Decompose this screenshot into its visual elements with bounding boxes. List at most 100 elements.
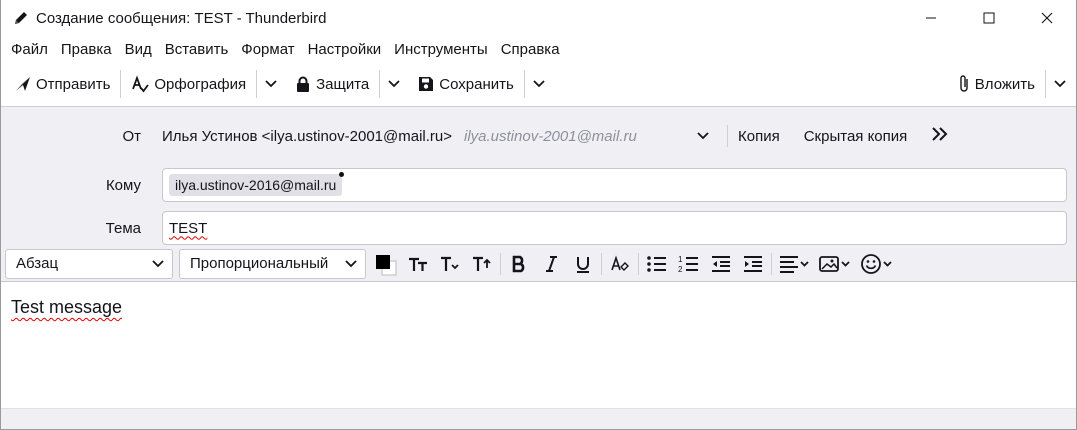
- format-toolbar: Абзац Пропорциональный 1 2: [1, 246, 1076, 282]
- smiley-icon: [861, 253, 892, 274]
- subject-label: Тема: [105, 219, 141, 237]
- security-label: Защита: [316, 75, 370, 93]
- body-text: Test message: [11, 297, 123, 317]
- align-left-icon: [780, 255, 809, 273]
- italic-button[interactable]: [537, 249, 565, 279]
- message-body[interactable]: Test message: [1, 283, 1076, 409]
- recipient-status-dot: [339, 172, 345, 177]
- align-button[interactable]: [776, 249, 812, 279]
- send-icon: [16, 77, 30, 91]
- indent-button[interactable]: [739, 249, 767, 279]
- menu-insert[interactable]: Вставить: [165, 41, 229, 58]
- insert-image-button[interactable]: [816, 249, 854, 279]
- more-fields-button[interactable]: [931, 127, 949, 145]
- compose-window: Создание сообщения: TEST - Thunderbird Ф…: [0, 0, 1077, 430]
- to-field[interactable]: ilya.ustinov-2016@mail.ru: [162, 168, 1067, 202]
- chevron-down-icon: [388, 80, 400, 88]
- chevron-down-icon: [265, 80, 277, 88]
- chevron-down-icon: [345, 259, 357, 267]
- format-separator: [500, 252, 501, 275]
- numbered-list-button[interactable]: 12: [675, 249, 703, 279]
- pencil-icon: [13, 10, 29, 26]
- clear-format-icon: [611, 254, 629, 271]
- cc-button[interactable]: Копия: [738, 128, 780, 145]
- chevron-down-icon: [152, 259, 164, 267]
- attach-button[interactable]: Вложить: [952, 67, 1041, 101]
- title-bar: Создание сообщения: TEST - Thunderbird: [1, 0, 1076, 36]
- color-swatch-icon: [376, 254, 397, 275]
- chevron-down-icon: [1054, 80, 1066, 88]
- text-smaller-icon: [441, 256, 459, 271]
- chevron-down-icon: [697, 132, 709, 140]
- menu-format[interactable]: Формат: [241, 41, 294, 58]
- toolbar-separator: [523, 70, 525, 98]
- spellcheck-icon: [132, 75, 150, 93]
- text-color-button[interactable]: [372, 249, 400, 279]
- recipient-address: ilya.ustinov-2016@mail.ru: [175, 177, 337, 193]
- bullet-list-button[interactable]: [643, 249, 671, 279]
- attach-dropdown[interactable]: [1050, 67, 1070, 101]
- decrease-font-button[interactable]: [436, 249, 464, 279]
- format-separator: [771, 252, 772, 275]
- save-label: Сохранить: [439, 75, 514, 93]
- window-title: Создание сообщения: TEST - Thunderbird: [36, 9, 327, 27]
- menu-view[interactable]: Вид: [125, 41, 152, 58]
- spelling-dropdown[interactable]: [261, 67, 281, 101]
- save-button[interactable]: Сохранить: [412, 67, 520, 101]
- spelling-label: Орфография: [154, 75, 247, 93]
- outdent-button[interactable]: [707, 249, 735, 279]
- svg-text:2: 2: [678, 265, 683, 274]
- underline-button[interactable]: [569, 249, 597, 279]
- from-address: ilya.ustinov-2001@mail.ru: [464, 127, 637, 145]
- toolbar-separator: [379, 70, 381, 98]
- menu-bar: Файл Правка Вид Вставить Формат Настройк…: [1, 36, 1076, 62]
- close-button[interactable]: [1018, 0, 1076, 36]
- toolbar-separator: [120, 70, 122, 98]
- svg-text:1: 1: [678, 255, 683, 264]
- minimize-button[interactable]: [902, 0, 960, 36]
- insert-emoji-button[interactable]: [858, 249, 896, 279]
- compose-header: От Илья Устинов <ilya.ustinov-2001@mail.…: [1, 107, 1076, 247]
- menu-help[interactable]: Справка: [501, 41, 560, 58]
- format-separator: [601, 252, 602, 275]
- image-icon: [819, 255, 850, 272]
- from-label: От: [122, 127, 141, 145]
- security-dropdown[interactable]: [384, 67, 404, 101]
- paperclip-icon: [960, 75, 968, 92]
- menu-file[interactable]: Файл: [11, 41, 48, 58]
- text-size-icon: [409, 257, 427, 271]
- font-select[interactable]: Пропорциональный: [179, 248, 366, 279]
- double-chevron-right-icon: [932, 127, 948, 141]
- remove-formatting-button[interactable]: [606, 249, 634, 279]
- recipient-pill[interactable]: ilya.ustinov-2016@mail.ru: [169, 172, 345, 196]
- save-icon: [419, 77, 434, 91]
- status-bar: [1, 408, 1076, 429]
- security-button[interactable]: Защита: [289, 67, 375, 101]
- from-selector[interactable]: Илья Устинов <ilya.ustinov-2001@mail.ru>…: [151, 128, 713, 145]
- maximize-button[interactable]: [960, 0, 1018, 36]
- menu-edit[interactable]: Правка: [61, 41, 112, 58]
- font-size-button[interactable]: [404, 249, 432, 279]
- save-dropdown[interactable]: [529, 67, 549, 101]
- menu-tools[interactable]: Инструменты: [394, 41, 488, 58]
- subject-input[interactable]: TEST: [163, 220, 207, 237]
- increase-font-button[interactable]: [468, 249, 496, 279]
- paragraph-format-select[interactable]: Абзац: [5, 248, 173, 279]
- send-button[interactable]: Отправить: [9, 67, 116, 101]
- underline-icon: [577, 256, 589, 273]
- from-row: От Илья Устинов <ilya.ustinov-2001@mail.…: [1, 121, 1076, 151]
- attach-label: Вложить: [974, 75, 1035, 93]
- format-separator: [638, 252, 639, 275]
- bcc-button[interactable]: Скрытая копия: [804, 128, 908, 145]
- font-value: Пропорциональный: [190, 255, 329, 272]
- bold-button[interactable]: [505, 249, 533, 279]
- spelling-button[interactable]: Орфография: [125, 67, 252, 101]
- from-identity: Илья Устинов <ilya.ustinov-2001@mail.ru>: [162, 127, 452, 145]
- lock-icon: [297, 76, 310, 92]
- header-separator: [727, 125, 728, 147]
- menu-options[interactable]: Настройки: [308, 41, 382, 58]
- subject-field[interactable]: TEST: [162, 211, 1067, 245]
- to-label: Кому: [105, 176, 141, 194]
- main-toolbar: Отправить Орфография Защита Сохранить Вл…: [1, 62, 1076, 107]
- outdent-icon: [712, 255, 730, 272]
